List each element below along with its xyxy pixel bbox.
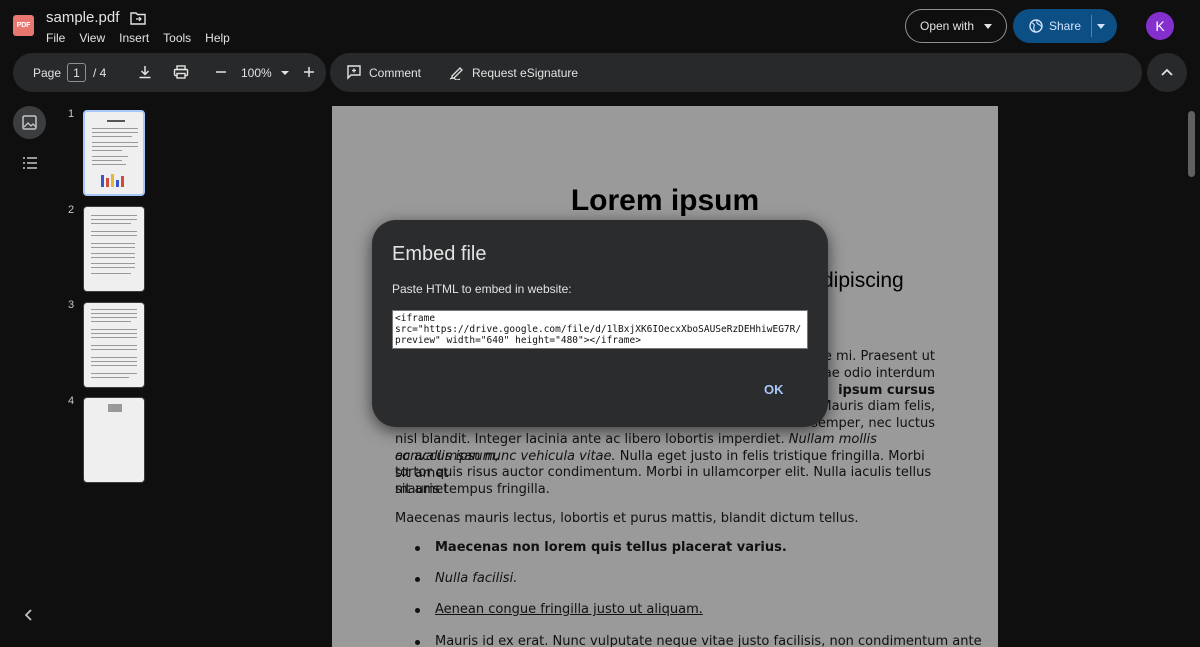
zoom-level[interactable]: 100% [241,66,272,80]
chevron-left-icon[interactable] [22,608,36,622]
menu-insert[interactable]: Insert [119,31,149,45]
paragraph-line: mauris tempus fringilla. [395,482,550,497]
share-label: Share [1049,19,1082,33]
bullet-icon [415,577,420,582]
document-title[interactable]: sample.pdf [46,9,119,26]
bullet-icon [415,640,420,645]
embed-code-field[interactable]: <iframe src="https://drive.google.com/fi… [392,310,808,349]
menu-bar: File View Insert Tools Help [46,31,244,45]
bullet-icon [415,546,420,551]
thumbnails-view-button[interactable] [13,106,46,139]
embed-file-dialog: Embed file Paste HTML to embed in websit… [372,220,828,427]
request-esignature-button[interactable]: Request eSignature [472,66,578,80]
open-with-button[interactable]: Open with [905,9,1007,43]
zoom-out-icon[interactable] [214,65,228,79]
paragraph-italic-text: ac accumsan nunc vehicula vitae. [395,449,616,464]
ok-button[interactable]: OK [764,382,784,397]
thumbnail-number: 1 [68,108,75,120]
paragraph-line: Maecenas mauris lectus, lobortis et puru… [395,511,859,526]
thumbnail-number: 3 [68,299,75,311]
chevron-down-icon [984,24,992,29]
bullet-icon [415,608,420,613]
total-pages: / 4 [93,66,107,80]
collapse-toolbar-button[interactable] [1147,53,1187,92]
menu-view[interactable]: View [79,31,105,45]
thumbnail-number: 4 [68,395,75,407]
page-thumbnail-3[interactable] [83,302,145,388]
page-label: Page [33,66,62,80]
menu-tools[interactable]: Tools [163,31,191,45]
globe-icon [1029,19,1043,33]
dialog-label: Paste HTML to embed in website: [392,282,572,296]
download-icon[interactable] [137,64,153,80]
thumbnail-number: 2 [68,204,75,216]
menu-help[interactable]: Help [205,31,230,45]
paragraph-text: nisl blandit. Integer lacinia ante ac li… [395,432,789,447]
open-with-label: Open with [920,19,975,33]
esignature-icon [449,67,463,80]
list-item-text: Aenean congue fringilla justo ut aliquam… [435,602,703,617]
dialog-title: Embed file [392,243,487,265]
account-avatar[interactable]: K [1146,12,1174,40]
comment-button[interactable]: Comment [369,66,421,80]
zoom-dropdown-icon[interactable] [281,71,289,75]
list-item-text: Nulla facilisi. [435,571,518,586]
menu-file[interactable]: File [46,31,65,45]
image-icon [22,115,37,130]
zoom-in-icon[interactable] [302,65,316,79]
list-item-text: Mauris id ex erat. Nunc vulputate neque … [435,634,982,647]
page-thumbnail-2[interactable] [83,206,145,292]
move-to-folder-icon[interactable] [130,11,146,25]
pdf-file-icon: PDF [13,15,34,36]
comment-icon [347,65,361,80]
share-button[interactable]: Share [1013,9,1117,43]
page-thumbnail-4[interactable] [83,397,145,483]
share-divider [1091,15,1092,37]
current-page-input[interactable]: 1 [67,63,86,82]
outline-list-icon[interactable] [22,156,38,170]
print-icon[interactable] [173,64,189,80]
list-item-text: Maecenas non lorem quis tellus placerat … [435,540,787,555]
page-thumbnail-1[interactable] [83,110,145,196]
chevron-up-icon [1161,68,1173,76]
scrollbar-thumb[interactable] [1188,111,1195,177]
share-options-chevron-icon[interactable] [1097,24,1105,29]
document-subheading: dipiscing [822,269,904,292]
document-heading: Lorem ipsum [570,184,760,217]
